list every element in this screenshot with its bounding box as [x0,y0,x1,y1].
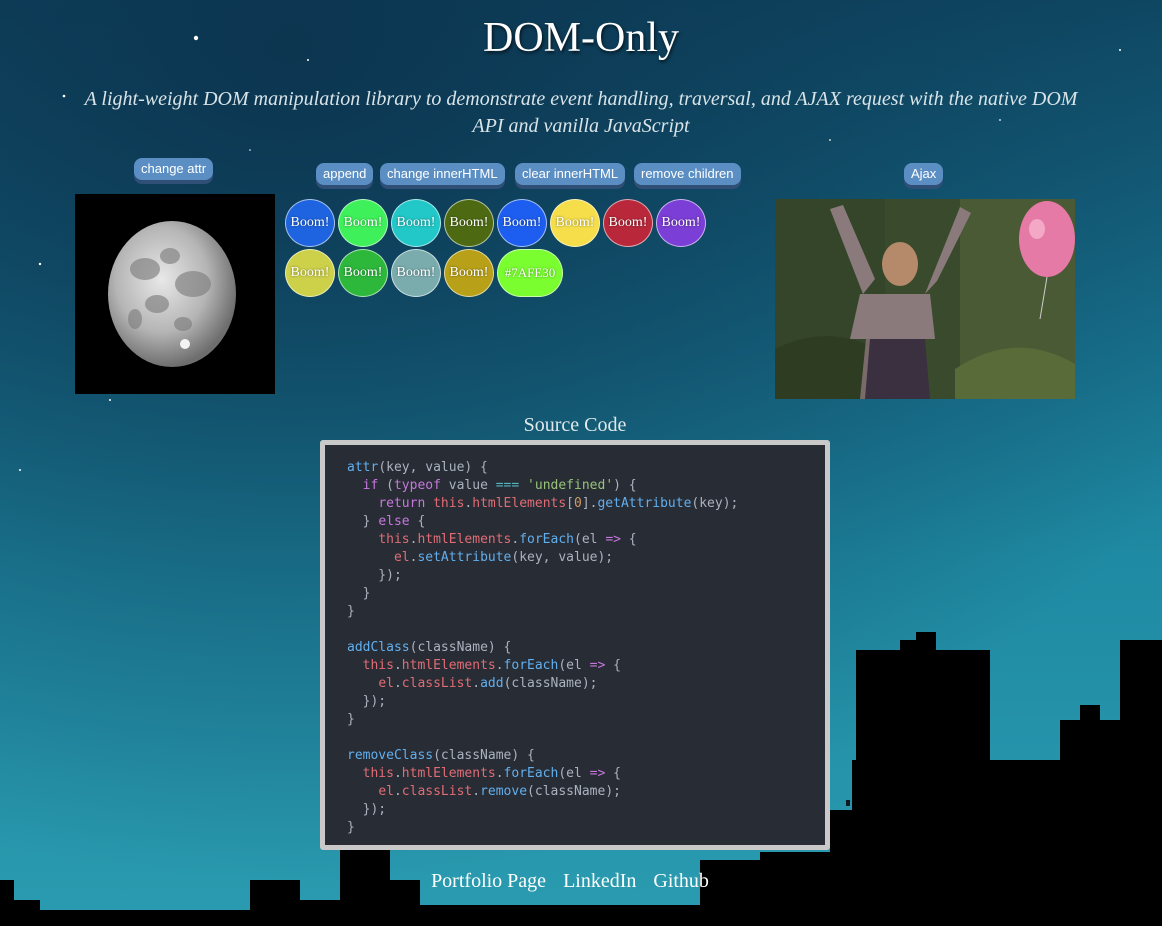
clear-innerhtml-button[interactable]: clear innerHTML [515,163,626,185]
boom-circle[interactable]: Boom! [497,199,547,247]
moon-image [75,194,275,394]
portfolio-link[interactable]: Portfolio Page [431,870,546,892]
footer-links: Portfolio Page LinkedIn Github [0,870,1140,893]
boom-circle[interactable]: Boom! [285,199,335,247]
page-title: DOM-Only [483,15,679,61]
boom-circle[interactable]: Boom! [444,249,494,297]
boom-circle[interactable]: Boom! [338,199,388,247]
boom-container: Boom! Boom! Boom! Boom! Boom! Boom! Boom! Boom!… [285,199,715,299]
boom-circle[interactable]: Boom! [603,199,653,247]
boom-circle[interactable]: Boom! [285,249,335,297]
ajax-button[interactable]: Ajax [904,163,944,185]
celebration-gif [775,199,1075,399]
source-code-label: Source Code [523,414,627,436]
change-attr-button[interactable]: change attr [134,158,214,180]
moon-icon [108,221,236,367]
github-link[interactable]: Github [653,870,709,892]
remove-children-button[interactable]: remove children [634,163,741,185]
page-subtitle: A light-weight DOM manipulation library … [84,88,1078,137]
boom-circle[interactable]: Boom! [550,199,600,247]
boom-circle[interactable]: #7AFE30 [497,249,563,297]
boom-circle[interactable]: Boom! [656,199,706,247]
boom-circle[interactable]: Boom! [444,199,494,247]
source-code-panel: attr(key, value) { if (typeof value === … [320,440,830,850]
boom-circle[interactable]: Boom! [338,249,388,297]
source-code-block: attr(key, value) { if (typeof value === … [347,460,739,835]
boom-circle[interactable]: Boom! [391,199,441,247]
boom-circle[interactable]: Boom! [391,249,441,297]
linkedin-link[interactable]: LinkedIn [563,870,636,892]
append-button[interactable]: append [316,163,374,185]
celebration-image-icon [775,199,1075,399]
change-innerhtml-button[interactable]: change innerHTML [380,163,505,185]
